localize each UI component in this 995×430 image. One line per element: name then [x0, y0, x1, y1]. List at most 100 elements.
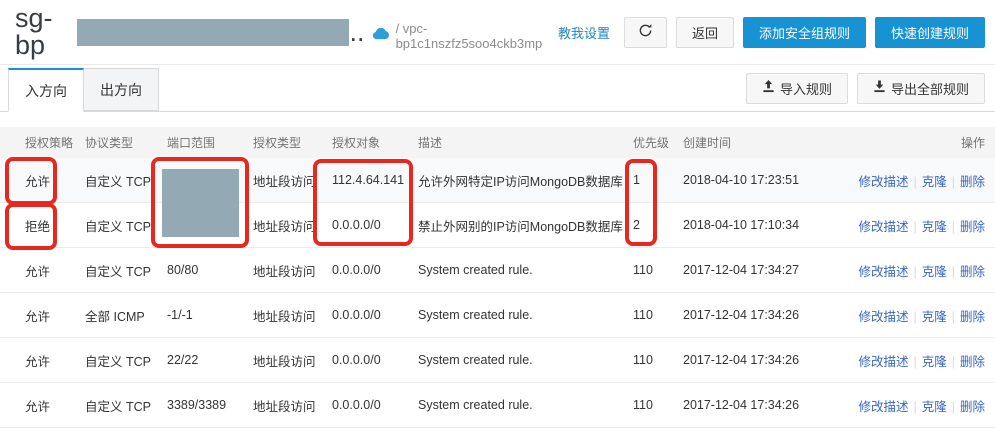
- action-separator: |: [913, 309, 917, 324]
- clone-link[interactable]: 克隆: [922, 220, 947, 234]
- clone-link[interactable]: 克隆: [922, 265, 947, 279]
- refresh-icon: [638, 23, 653, 41]
- table-row: 允许 自定义 TCP 地址段访问 112.4.64.141 允许外网特定IP访问…: [0, 158, 995, 203]
- cell-auth-type: 地址段访问: [253, 354, 316, 369]
- quick-create-rule-button[interactable]: 快速创建规则: [874, 16, 985, 48]
- annotation-highlight-policy-row1: [5, 157, 57, 205]
- action-separator: |: [951, 309, 955, 324]
- delete-link[interactable]: 删除: [960, 400, 985, 414]
- col-port-range: 端口范围: [167, 136, 216, 150]
- modify-description-link[interactable]: 修改描述: [858, 355, 908, 369]
- cell-auth-object: 0.0.0.0/0: [332, 263, 381, 277]
- add-security-group-rule-button[interactable]: 添加安全组规则: [742, 16, 866, 48]
- cell-priority: 110: [633, 398, 653, 412]
- col-policy: 授权策略: [25, 136, 74, 150]
- page-header: sg-bp .. / vpc-bp1c1nszfz5soo4ckb3mp 教我设…: [0, 0, 995, 64]
- cell-policy: 允许: [25, 354, 51, 369]
- cell-created-time: 2018-04-10 17:23:51: [683, 173, 800, 187]
- table-row: 允许 全部 ICMP -1/-1 地址段访问 0.0.0.0/0 System …: [0, 293, 995, 338]
- cell-description: System created rule.: [418, 308, 533, 322]
- delete-link[interactable]: 删除: [960, 220, 985, 234]
- action-separator: |: [951, 219, 955, 234]
- redaction-block: [77, 18, 349, 46]
- clone-link[interactable]: 克隆: [922, 400, 947, 414]
- annotation-highlight-auth-object: [313, 159, 413, 246]
- modify-description-link[interactable]: 修改描述: [858, 265, 908, 279]
- clone-link[interactable]: 克隆: [922, 175, 947, 189]
- back-button[interactable]: 返回: [675, 16, 734, 48]
- action-separator: |: [951, 354, 955, 369]
- delete-link[interactable]: 删除: [960, 355, 985, 369]
- header-controls: 教我设置 返回 添加安全组规则 快速创建规则: [558, 16, 985, 48]
- col-created-time: 创建时间: [683, 136, 732, 150]
- cell-protocol: 自定义 TCP: [85, 354, 151, 369]
- cell-protocol: 自定义 TCP: [85, 264, 151, 279]
- annotation-highlight-port-range: [151, 157, 249, 248]
- cell-actions: 修改描述 | 克隆 | 删除: [843, 261, 985, 280]
- breadcrumb-vpc-path: / vpc-bp1c1nszfz5soo4ckb3mp: [395, 20, 543, 51]
- title-ellipsis: ..: [349, 16, 365, 47]
- action-separator: |: [913, 399, 917, 414]
- action-separator: |: [913, 174, 917, 189]
- action-separator: |: [913, 264, 917, 279]
- cell-priority: 110: [633, 308, 653, 322]
- cell-created-time: 2017-12-04 17:34:27: [683, 263, 800, 277]
- tab-strip: 入方向 出方向 导入规则 导出全部规则: [0, 64, 995, 112]
- security-rules-table: 授权策略 协议类型 端口范围 授权类型 授权对象 描述 优先级 创建时间 操作 …: [0, 127, 995, 428]
- cell-created-time: 2017-12-04 17:34:26: [683, 308, 800, 322]
- annotation-highlight-policy-row2: [5, 203, 57, 250]
- delete-link[interactable]: 删除: [960, 175, 985, 189]
- cell-policy: 允许: [25, 264, 51, 279]
- annotation-highlight-priority: [625, 159, 657, 246]
- security-group-id: sg-bp: [15, 3, 53, 60]
- cell-actions: 修改描述 | 克隆 | 删除: [843, 171, 985, 190]
- cell-port-range: 22/22: [167, 353, 199, 367]
- tab-inbound[interactable]: 入方向: [8, 68, 84, 112]
- cell-auth-object: 0.0.0.0/0: [332, 353, 381, 367]
- clone-link[interactable]: 克隆: [922, 355, 947, 369]
- cell-description: 禁止外网别的IP访问MongoDB数据库: [418, 219, 623, 234]
- cell-auth-object: 0.0.0.0/0: [332, 308, 381, 322]
- modify-description-link[interactable]: 修改描述: [858, 400, 908, 414]
- table-row: 允许 自定义 TCP 3389/3389 地址段访问 0.0.0.0/0 Sys…: [0, 383, 995, 428]
- cell-actions: 修改描述 | 克隆 | 删除: [843, 396, 985, 415]
- cell-priority: 110: [633, 353, 653, 367]
- cell-created-time: 2017-12-04 17:34:26: [683, 398, 800, 412]
- action-separator: |: [951, 264, 955, 279]
- cell-actions: 修改描述 | 克隆 | 删除: [843, 306, 985, 325]
- cell-auth-type: 地址段访问: [253, 399, 316, 414]
- cell-actions: 修改描述 | 克隆 | 删除: [843, 351, 985, 370]
- cell-auth-object: 0.0.0.0/0: [332, 398, 381, 412]
- table-body: 允许 自定义 TCP 地址段访问 112.4.64.141 允许外网特定IP访问…: [0, 158, 995, 428]
- direction-tabs: 入方向 出方向: [8, 68, 159, 112]
- col-protocol: 协议类型: [85, 136, 134, 150]
- cell-priority: 110: [633, 263, 653, 277]
- delete-link[interactable]: 删除: [960, 310, 985, 324]
- refresh-button[interactable]: [623, 16, 667, 48]
- export-all-rules-button[interactable]: 导出全部规则: [856, 72, 985, 104]
- table-row: 允许 自定义 TCP 22/22 地址段访问 0.0.0.0/0 System …: [0, 338, 995, 383]
- download-icon: [873, 80, 886, 96]
- import-rules-button[interactable]: 导入规则: [745, 72, 848, 104]
- action-separator: |: [951, 399, 955, 414]
- cell-protocol: 自定义 TCP: [85, 399, 151, 414]
- tab-outbound[interactable]: 出方向: [84, 68, 159, 111]
- cell-auth-type: 地址段访问: [253, 264, 316, 279]
- cell-auth-type: 地址段访问: [253, 309, 316, 324]
- col-priority: 优先级: [633, 136, 670, 150]
- action-separator: |: [913, 219, 917, 234]
- col-actions: 操作: [960, 136, 985, 150]
- rule-io-actions: 导入规则 导出全部规则: [745, 72, 985, 104]
- action-separator: |: [913, 354, 917, 369]
- page-title: sg-bp .. / vpc-bp1c1nszfz5soo4ckb3mp: [15, 5, 558, 59]
- teach-me-setup-link[interactable]: 教我设置: [558, 23, 610, 42]
- cell-policy: 允许: [25, 309, 51, 324]
- cell-protocol: 全部 ICMP: [85, 309, 145, 324]
- cell-description: System created rule.: [418, 398, 533, 412]
- clone-link[interactable]: 克隆: [922, 310, 947, 324]
- table-row: 允许 自定义 TCP 80/80 地址段访问 0.0.0.0/0 System …: [0, 248, 995, 293]
- modify-description-link[interactable]: 修改描述: [858, 310, 908, 324]
- modify-description-link[interactable]: 修改描述: [858, 175, 908, 189]
- modify-description-link[interactable]: 修改描述: [858, 220, 908, 234]
- delete-link[interactable]: 删除: [960, 265, 985, 279]
